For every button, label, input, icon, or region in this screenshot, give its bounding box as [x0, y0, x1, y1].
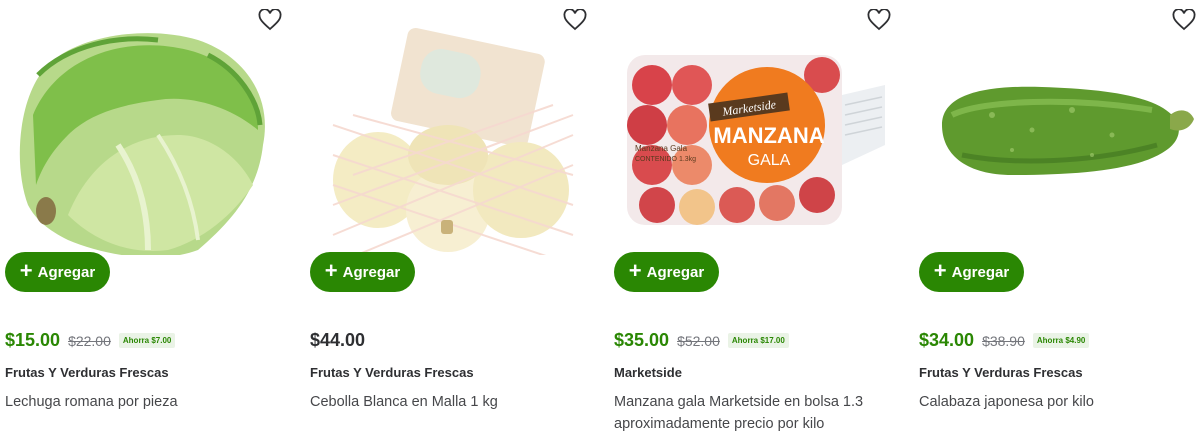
- product-name-link[interactable]: Manzana gala Marketside en bolsa 1.3 apr…: [614, 391, 894, 432]
- product-brand: Frutas Y Verduras Frescas: [919, 365, 1083, 380]
- product-image-zucchini[interactable]: [914, 10, 1200, 260]
- was-price: $22.00: [68, 332, 111, 349]
- was-price: $52.00: [677, 332, 720, 349]
- plus-icon: +: [628, 258, 642, 283]
- add-to-cart-button[interactable]: + Agregar: [919, 252, 1024, 292]
- price-row: $44.00: [310, 330, 365, 351]
- product-name-link[interactable]: Calabaza japonesa por kilo: [919, 391, 1199, 413]
- product-name-link[interactable]: Cebolla Blanca en Malla 1 kg: [310, 391, 590, 413]
- savings-badge: Ahorra $17.00: [727, 333, 789, 348]
- current-price: $15.00: [5, 330, 61, 350]
- savings-badge: Ahorra $7.00: [118, 333, 176, 348]
- package-small2-text: CONTENIDO 1.3kg: [635, 156, 696, 163]
- price-row: $34.00 $38.90 Ahorra $4.90: [919, 330, 1090, 351]
- plus-icon: +: [19, 258, 33, 283]
- current-price: $34.00: [919, 330, 975, 350]
- product-brand: Marketside: [614, 365, 682, 380]
- product-image-onion-mesh-bag[interactable]: [305, 10, 601, 260]
- product-brand: Frutas Y Verduras Frescas: [310, 365, 474, 380]
- add-to-cart-button[interactable]: + Agregar: [310, 252, 415, 292]
- add-button-label: Agregar: [646, 263, 705, 281]
- package-line2-text: GALA: [748, 152, 791, 169]
- package-small1-text: Manzana Gala: [635, 144, 688, 153]
- product-card: + Agregar $34.00 $38.90 Ahorra $4.90 Fru…: [914, 0, 1200, 432]
- add-button-label: Agregar: [37, 263, 96, 281]
- product-image-lettuce[interactable]: [0, 10, 296, 260]
- current-price: $44.00: [310, 330, 366, 350]
- add-to-cart-button[interactable]: + Agregar: [614, 252, 719, 292]
- product-grid: + Agregar $15.00 $22.00 Ahorra $7.00 Fru…: [0, 0, 1200, 432]
- product-brand: Frutas Y Verduras Frescas: [5, 365, 169, 380]
- add-button-label: Agregar: [951, 263, 1010, 281]
- product-card: + Agregar $44.00 Frutas Y Verduras Fresc…: [305, 0, 601, 432]
- add-button-label: Agregar: [342, 263, 401, 281]
- price-row: $15.00 $22.00 Ahorra $7.00: [5, 330, 176, 351]
- product-image-apple-bag[interactable]: Marketside MANZANA GALA Manzana Gala CON…: [609, 10, 905, 260]
- price-row: $35.00 $52.00 Ahorra $17.00: [614, 330, 789, 351]
- package-line1-text: MANZANA: [713, 123, 824, 148]
- product-card: + Agregar $15.00 $22.00 Ahorra $7.00 Fru…: [0, 0, 296, 432]
- savings-badge: Ahorra $4.90: [1032, 333, 1090, 348]
- was-price: $38.90: [982, 332, 1025, 349]
- current-price: $35.00: [614, 330, 670, 350]
- product-card: Marketside MANZANA GALA Manzana Gala CON…: [609, 0, 905, 432]
- product-name-link[interactable]: Lechuga romana por pieza: [5, 391, 285, 413]
- plus-icon: +: [933, 258, 947, 283]
- add-to-cart-button[interactable]: + Agregar: [5, 252, 110, 292]
- plus-icon: +: [324, 258, 338, 283]
